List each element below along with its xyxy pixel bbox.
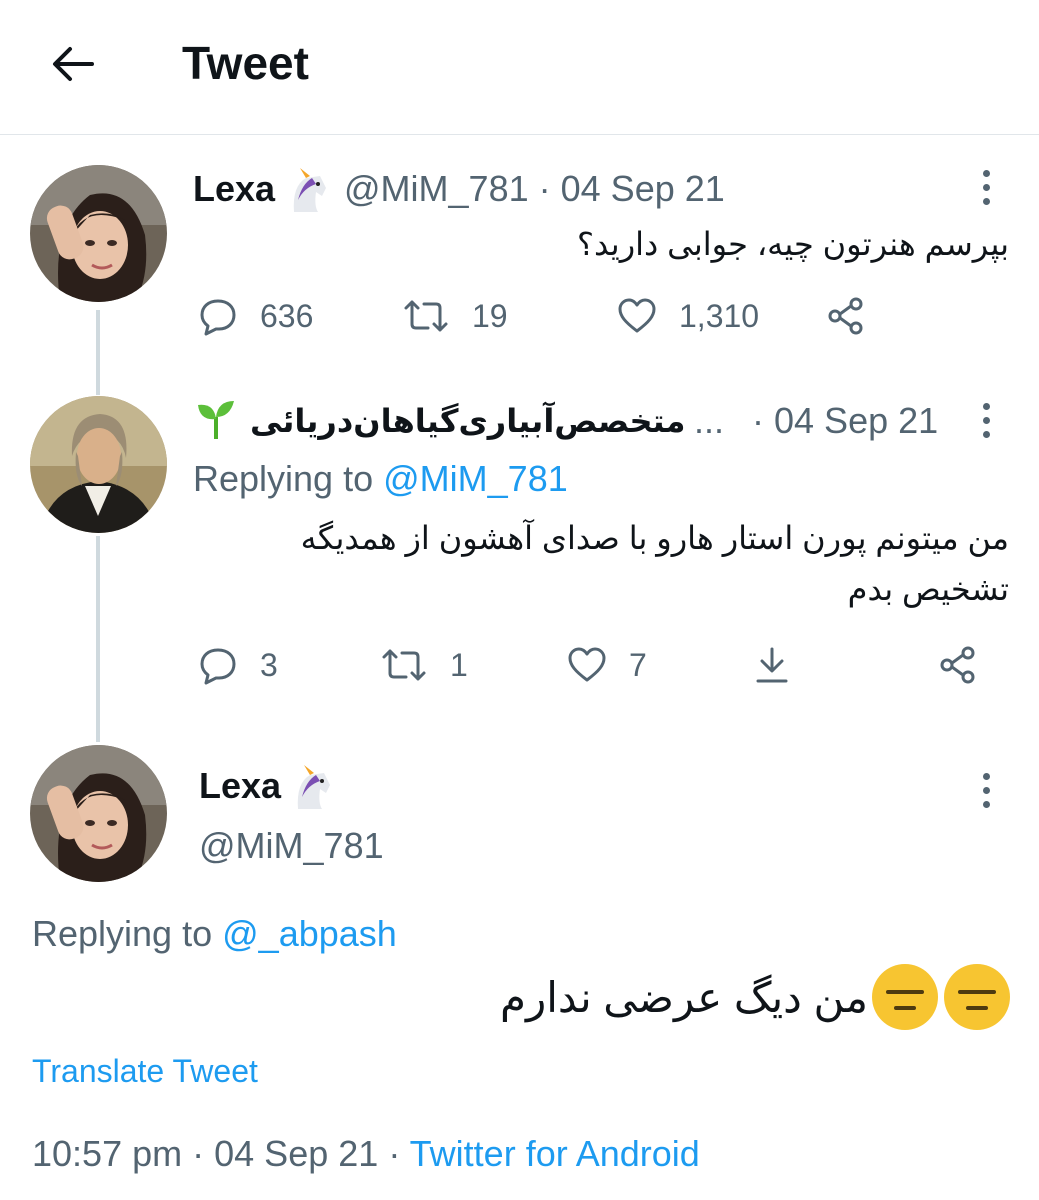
more-icon[interactable] [983,773,993,815]
expressionless-face-emoji [944,964,1010,1030]
tweet-author-name[interactable]: Lexa [193,168,275,210]
tweet-author-name[interactable]: متخصص‌آبیاری‌گیاهان‌دریائی [250,402,685,440]
tweet-body: من دیگ عرضی ندارم [430,962,1010,1032]
tweet-meta: @MiM_781 · 04 Sep 21 [344,168,725,210]
seedling-emoji [196,397,236,441]
reply-icon [200,299,236,336]
replying-to: Replying to @_abpash [32,913,397,955]
replying-to-handle[interactable]: @MiM_781 [383,458,568,499]
replying-to-label: Replying to [32,913,213,954]
tweet-text: من دیگ عرضی ندارم [499,973,868,1021]
reply-button[interactable]: 3 [198,645,278,685]
back-arrow-icon[interactable] [48,40,96,88]
like-count: 7 [629,646,647,683]
tweet-date[interactable]: 04 Sep 21 [561,168,725,209]
share-icon[interactable] [938,645,978,690]
replying-to-handle[interactable]: @_abpash [222,913,397,954]
avatar[interactable] [30,745,167,882]
separator: · [192,1133,205,1174]
separator: · [752,400,764,441]
separator: · [538,168,551,209]
reply-icon [200,648,236,685]
page-title: Tweet [182,37,309,89]
separator: · [388,1133,401,1174]
reply-count: 3 [260,646,278,683]
retweet-count: 1 [450,646,468,683]
avatar[interactable] [30,396,167,533]
replying-to-label: Replying to [193,458,374,499]
retweet-button[interactable]: 19 [402,296,508,336]
tweet-text-line: تشخیص بدم [847,571,1009,607]
retweet-count: 19 [472,297,508,334]
tweet-timestamp: 10:57 pm · 04 Sep 21 · Twitter for Andro… [32,1133,700,1175]
like-button[interactable]: 1,310 [617,296,759,336]
more-icon[interactable] [983,170,993,212]
top-bar [0,0,1039,135]
tweet-author-name[interactable]: Lexa [199,765,281,807]
share-icon[interactable] [826,296,866,341]
retweet-icon [404,300,448,332]
unicorn-emoji [290,763,336,811]
heart-icon [618,298,656,333]
like-count: 1,310 [679,297,760,334]
thread-connector [96,310,100,395]
name-ellipsis: ... [694,400,725,441]
like-button[interactable]: 7 [567,645,647,685]
tweet-source-link[interactable]: Twitter for Android [410,1133,700,1174]
tweet-author-handle[interactable]: @MiM_781 [199,825,384,867]
unicorn-emoji [286,166,332,214]
retweet-icon [382,649,426,681]
replying-to: Replying to @MiM_781 [193,458,568,500]
reply-count: 636 [260,297,314,334]
thread-connector [96,536,100,742]
avatar[interactable] [30,165,167,302]
tweet-meta: · 04 Sep 21 [752,400,938,442]
tweet-time: 10:57 pm [32,1133,183,1174]
retweet-button[interactable]: 1 [380,645,468,685]
translate-tweet-link[interactable]: Translate Tweet [32,1053,258,1090]
tweet-date: 04 Sep 21 [214,1133,379,1174]
download-icon[interactable] [752,645,792,690]
expressionless-face-emoji [872,964,938,1030]
reply-button[interactable]: 636 [198,296,313,336]
tweet-author-handle[interactable]: @MiM_781 [344,168,529,209]
heart-icon [568,647,606,682]
tweet-text-line: من میتونم پورن استار هارو با صدای آهشون … [300,520,1009,556]
tweet-date[interactable]: 04 Sep 21 [774,400,938,441]
more-icon[interactable] [983,403,993,445]
tweet-text: بپرسم هنرتون چیه، جوابی دارید؟ [577,226,1009,262]
